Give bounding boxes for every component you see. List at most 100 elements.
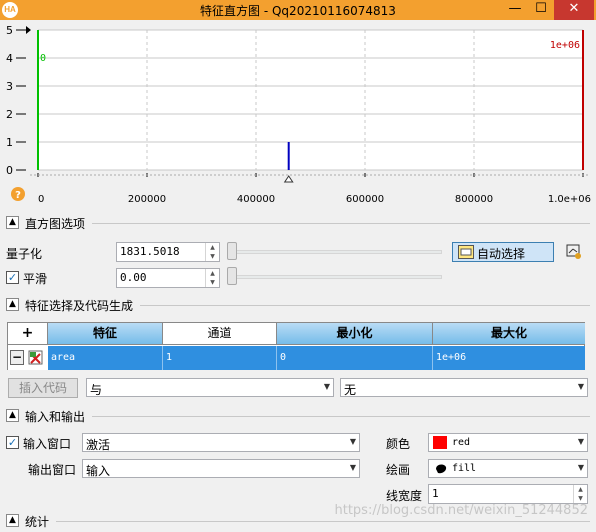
feature-table: + 特征 通道 最小化 最大化 − area 1 0 1e+06 [7, 322, 585, 370]
chevron-down-icon: ▼ [577, 382, 584, 391]
x-tick-label: 400000 [237, 194, 275, 205]
chevron-down-icon: ▼ [577, 437, 584, 446]
logic-combo-value: 与 [90, 383, 103, 397]
input-window-label: 输入窗口 [23, 437, 72, 451]
title-bar[interactable]: HA 特征直方图 - Qq20210116074813 — ☐ ✕ [0, 0, 596, 20]
feature-selection-header: ▲ 特征选择及代码生成 [0, 296, 596, 314]
collapse-io-button[interactable]: ▲ [6, 409, 19, 422]
cell-max[interactable]: 1e+06 [433, 346, 585, 370]
add-row-button[interactable]: + [8, 323, 48, 345]
remove-row-button[interactable]: − [10, 350, 24, 365]
cell-channel[interactable]: 1 [163, 346, 277, 370]
quantization-slider-track[interactable] [230, 250, 442, 254]
histogram-options-header: ▲ 直方图选项 [0, 214, 596, 232]
y-tick-label: 1 [6, 136, 13, 149]
input-window-value: 激活 [86, 438, 111, 452]
color-combo[interactable]: red ▼ [428, 433, 588, 452]
auto-icon [458, 245, 474, 259]
maximize-button[interactable]: ☐ [528, 0, 554, 20]
smooth-value: 0.00 [120, 271, 147, 284]
section-divider [56, 521, 590, 522]
clear-selection-icon[interactable] [28, 350, 44, 366]
question-icon-glyph: ? [15, 190, 21, 201]
cell-min[interactable]: 0 [277, 346, 433, 370]
other-combo-value: 无 [344, 383, 357, 397]
column-header-min[interactable]: 最小化 [277, 323, 433, 345]
section-title-io: 输入和输出 [25, 410, 86, 424]
x-tick-label: 0 [38, 194, 44, 205]
y-tick-label: 0 [6, 164, 13, 177]
save-histogram-icon[interactable] [565, 243, 583, 261]
cell-feature[interactable]: area [48, 346, 163, 370]
auto-select-button[interactable]: 自动选择 [452, 242, 554, 262]
output-window-combo[interactable]: 输入 ▼ [82, 459, 360, 478]
auto-select-label: 自动选择 [477, 247, 526, 261]
collapse-histogram-options-button[interactable]: ▲ [6, 216, 19, 229]
y-tick-label: 4 [6, 52, 13, 65]
input-window-combo[interactable]: 激活 ▼ [82, 433, 360, 452]
smooth-spinbox[interactable]: 0.00 ▲ ▼ [116, 268, 220, 288]
smooth-checkbox[interactable]: ✓ [6, 271, 19, 284]
spin-up-icon[interactable]: ▲ [574, 485, 587, 494]
fill-icon [436, 464, 447, 474]
min-threshold-label: 0 [40, 53, 46, 64]
smooth-slider-thumb[interactable] [227, 267, 237, 285]
section-title-histogram-options: 直方图选项 [25, 217, 86, 231]
x-position-marker-icon [283, 175, 294, 183]
output-window-value: 输入 [86, 464, 111, 478]
quantization-value: 1831.5018 [120, 245, 180, 258]
line-width-label: 线宽度 [386, 489, 423, 503]
line-width-spinbox[interactable]: 1 ▲ ▼ [428, 484, 588, 504]
smooth-label: 平滑 [23, 272, 48, 286]
input-window-checkbox[interactable]: ✓ [6, 436, 19, 449]
quantization-slider-thumb[interactable] [227, 242, 237, 260]
close-button[interactable]: ✕ [554, 0, 594, 20]
histogram-panel: 5 4 3 2 1 0 0 200000 400000 600000 800000 1.0e+06 0 1… [0, 20, 596, 210]
spin-down-icon[interactable]: ▼ [574, 494, 587, 503]
chevron-down-icon: ▼ [577, 463, 584, 472]
section-title-stats: 统计 [25, 515, 50, 529]
watermark: https://blog.csdn.net/weixin_51244852 [334, 503, 588, 518]
spin-down-icon[interactable]: ▼ [206, 252, 219, 261]
output-window-label: 输出窗口 [28, 463, 77, 477]
smooth-slider-track[interactable] [230, 275, 442, 279]
column-header-channel[interactable]: 通道 [163, 323, 277, 345]
plot-background [38, 30, 583, 170]
spin-up-icon[interactable]: ▲ [206, 243, 219, 252]
section-title-feature-selection: 特征选择及代码生成 [25, 299, 134, 313]
histogram-chart[interactable]: 5 4 3 2 1 0 0 200000 400000 600000 800000 1.0e+06 0 1… [0, 20, 596, 210]
section-divider [140, 305, 590, 306]
io-header: ▲ 输入和输出 [0, 407, 596, 425]
y-tick-label: 5 [6, 24, 13, 37]
spin-up-icon[interactable]: ▲ [206, 269, 219, 278]
draw-label: 绘画 [386, 463, 411, 477]
x-tick-label: 600000 [346, 194, 384, 205]
table-row-controls: − [8, 346, 48, 370]
insert-code-button[interactable]: 插入代码 [8, 378, 78, 398]
column-header-feature[interactable]: 特征 [48, 323, 163, 345]
x-tick-label: 200000 [128, 194, 166, 205]
collapse-feature-selection-button[interactable]: ▲ [6, 298, 19, 311]
minimize-button[interactable]: — [502, 0, 528, 20]
column-header-max[interactable]: 最大化 [433, 323, 585, 345]
spin-down-icon[interactable]: ▼ [206, 278, 219, 287]
chevron-down-icon: ▼ [349, 437, 356, 446]
line-width-value: 1 [432, 487, 439, 500]
max-threshold-label: 1e+06 [550, 40, 580, 51]
quantization-label: 量子化 [6, 247, 43, 261]
draw-value: fill [452, 463, 477, 474]
section-divider [92, 223, 590, 224]
y-tick-label: 2 [6, 108, 13, 121]
x-tick-label: 1.0e+06 [548, 194, 591, 205]
y-axis-arrow-icon [26, 26, 31, 34]
draw-combo[interactable]: fill ▼ [428, 459, 588, 478]
collapse-stats-button[interactable]: ▲ [6, 514, 19, 527]
color-swatch [433, 436, 447, 449]
chevron-down-icon: ▼ [323, 382, 330, 391]
y-tick-label: 3 [6, 80, 13, 93]
logic-combo[interactable]: 与 ▼ [86, 378, 334, 397]
quantization-spinbox[interactable]: 1831.5018 ▲ ▼ [116, 242, 220, 262]
other-combo[interactable]: 无 ▼ [340, 378, 588, 397]
section-divider [92, 416, 590, 417]
color-value: red [452, 437, 471, 448]
